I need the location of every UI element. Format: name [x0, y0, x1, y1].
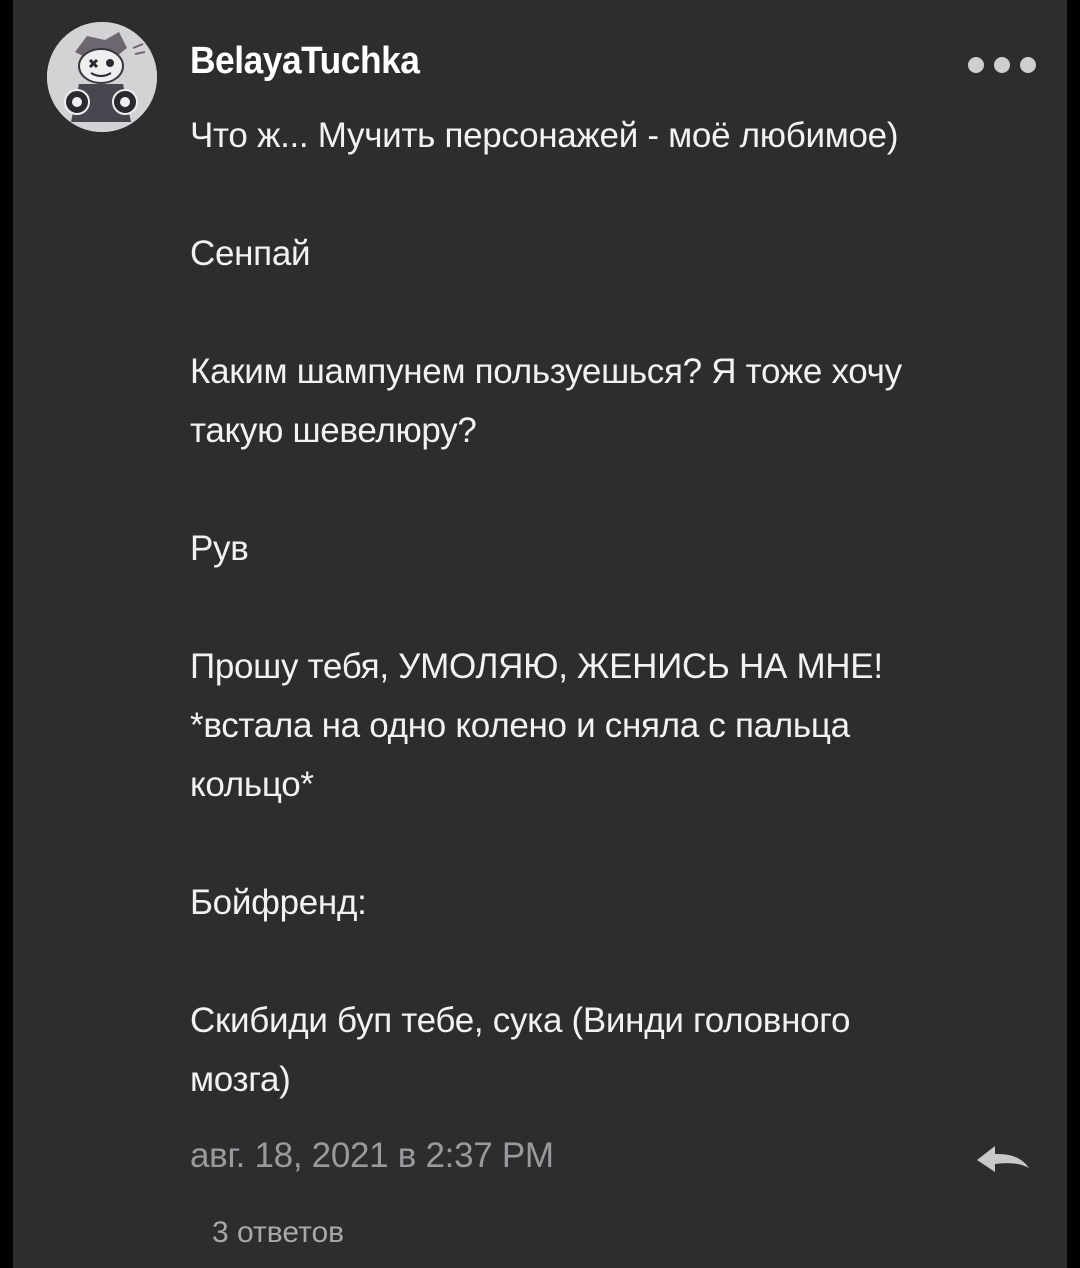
comment-line: Что ж... Мучить персонажей - моё любимое…	[190, 116, 899, 155]
comment-line: *встала на одно колено и сняла с пальца	[190, 706, 850, 745]
dot	[1020, 57, 1036, 73]
replies-link[interactable]: 3 ответов	[212, 1216, 344, 1250]
reply-arrow-icon[interactable]	[973, 1140, 1033, 1180]
comment-line: Скибиди буп тебе, сука (Винди головного	[190, 1001, 851, 1040]
comment-card: BelayaTuchka Что ж... Мучить персонажей …	[13, 0, 1067, 1268]
comment-line: Бойфренд:	[190, 883, 367, 922]
comment-author[interactable]: BelayaTuchka	[190, 40, 420, 83]
comment-timestamp: авг. 18, 2021 в 2:37 PM	[190, 1136, 554, 1175]
comment-line: Рув	[190, 529, 249, 568]
comment-line: кольцо*	[190, 765, 314, 804]
comment-line: Прошу тебя, УМОЛЯЮ, ЖЕНИСЬ НА МНЕ!	[190, 647, 883, 686]
comment-line: Каким шампунем пользуешься? Я тоже хочу	[190, 352, 902, 391]
dot	[968, 57, 984, 73]
comment-body: Что ж... Мучить персонажей - моё любимое…	[190, 106, 1050, 1109]
comment-line: Сенпай	[190, 234, 311, 273]
comment-line: такую шевелюру?	[190, 411, 477, 450]
dot	[994, 57, 1010, 73]
character-avatar-icon[interactable]	[47, 22, 157, 132]
comment-line: мозга)	[190, 1060, 291, 1099]
more-dots-icon[interactable]	[968, 55, 1036, 75]
